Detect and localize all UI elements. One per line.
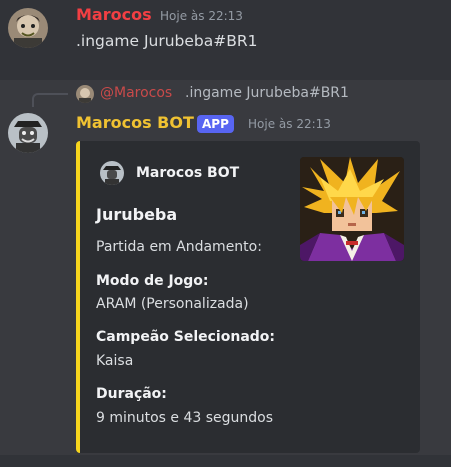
- message-content: .ingame Jurubeba#BR1: [76, 32, 258, 50]
- embed-card: Marocos BOT Jurubeba Partida em Andament…: [76, 141, 420, 453]
- reply-preview-text[interactable]: .ingame Jurubeba#BR1: [185, 85, 349, 101]
- reply-connector: [32, 93, 68, 107]
- embed-author-icon: [100, 161, 124, 185]
- embed-thumbnail-image[interactable]: [300, 157, 404, 261]
- field-name-duration: Duração:: [96, 386, 167, 402]
- embed-description: Partida em Andamento:: [96, 239, 262, 255]
- embed-title: Jurubeba: [96, 205, 178, 224]
- reply-mention[interactable]: @Marocos: [100, 85, 172, 101]
- user-name[interactable]: Marocos: [76, 5, 152, 24]
- bot-message-timestamp: Hoje às 22:13: [248, 117, 331, 131]
- app-badge: APP: [197, 115, 234, 133]
- bottom-strip: [0, 455, 451, 467]
- field-value-duration: 9 minutos e 43 segundos: [96, 410, 274, 426]
- field-value-champion: Kaisa: [96, 353, 134, 369]
- embed-author-name[interactable]: Marocos BOT: [136, 165, 239, 181]
- field-value-mode: ARAM (Personalizada): [96, 296, 249, 312]
- bot-avatar[interactable]: [8, 113, 48, 153]
- field-name-champion: Campeão Selecionado:: [96, 329, 276, 345]
- bot-name[interactable]: Marocos BOT: [76, 113, 194, 132]
- user-avatar[interactable]: [8, 8, 48, 48]
- field-name-mode: Modo de Jogo:: [96, 273, 209, 289]
- message-user: Marocos Hoje às 22:13 .ingame Jurubeba#B…: [0, 0, 451, 80]
- message-timestamp: Hoje às 22:13: [160, 9, 243, 23]
- reply-avatar[interactable]: [76, 85, 94, 103]
